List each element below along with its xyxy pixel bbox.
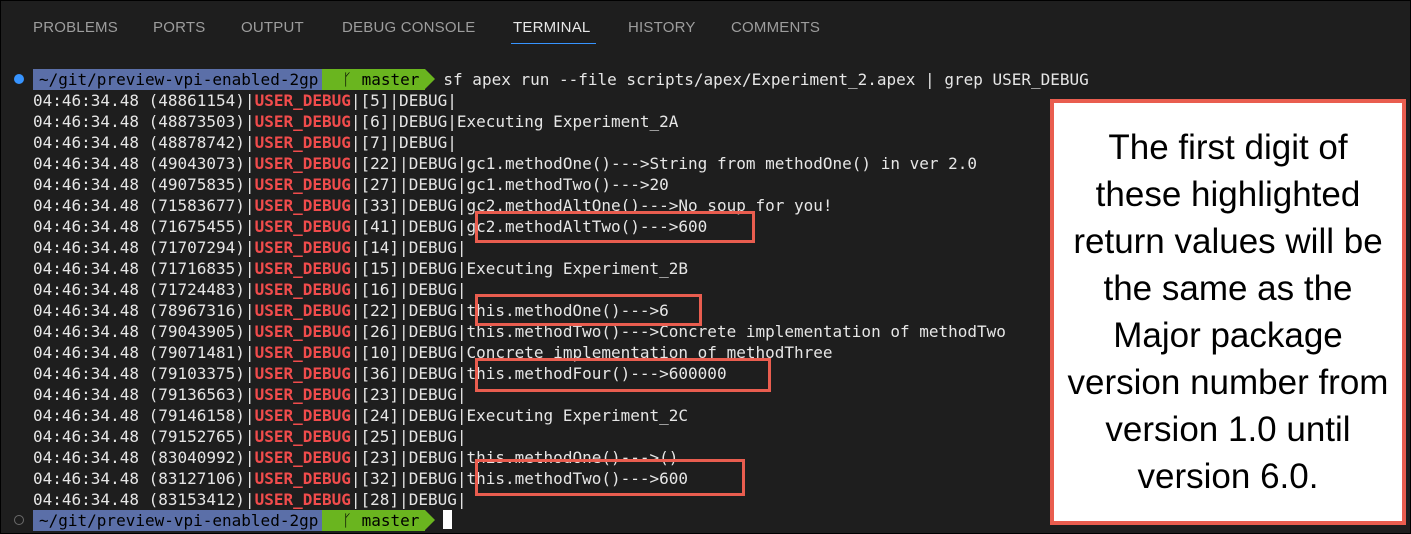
highlight-box bbox=[475, 459, 745, 496]
tab-output[interactable]: OUTPUT bbox=[241, 19, 304, 36]
log-line: 04:46:34.48 (48861154)|USER_DEBUG|[5]|DE… bbox=[33, 90, 457, 111]
log-line: 04:46:34.48 (79146158)|USER_DEBUG|[24]|D… bbox=[33, 405, 688, 426]
log-message: |[14]|DEBUG| bbox=[350, 238, 467, 257]
log-timestamp: 04:46:34.48 (83127106)| bbox=[33, 469, 255, 488]
highlight-box bbox=[475, 358, 771, 392]
prompt-branch-segment: ᚴ master bbox=[322, 69, 436, 90]
log-line: 04:46:34.48 (83153412)|USER_DEBUG|[28]|D… bbox=[33, 489, 466, 510]
tab-history[interactable]: HISTORY bbox=[628, 19, 696, 36]
log-line: 04:46:34.48 (71707294)|USER_DEBUG|[14]|D… bbox=[33, 237, 466, 258]
panel-tab-bar: PROBLEMS PORTS OUTPUT DEBUG CONSOLE TERM… bbox=[1, 1, 1410, 53]
log-timestamp: 04:46:34.48 (71675455)| bbox=[33, 217, 255, 236]
log-tag: USER_DEBUG bbox=[254, 469, 351, 488]
log-timestamp: 04:46:34.48 (71707294)| bbox=[33, 238, 255, 257]
log-tag: USER_DEBUG bbox=[254, 175, 351, 194]
log-message: |[5]|DEBUG| bbox=[350, 91, 457, 110]
log-tag: USER_DEBUG bbox=[254, 154, 351, 173]
log-line: 04:46:34.48 (79152765)|USER_DEBUG|[25]|D… bbox=[33, 426, 466, 447]
log-line: 04:46:34.48 (49043073)|USER_DEBUG|[22]|D… bbox=[33, 153, 977, 174]
log-tag: USER_DEBUG bbox=[254, 238, 351, 257]
log-message: |[7]|DEBUG| bbox=[350, 133, 457, 152]
git-branch-icon: ᚴ bbox=[342, 511, 352, 530]
annotation-text: The first digit of these highlighted ret… bbox=[1067, 128, 1389, 496]
log-timestamp: 04:46:34.48 (49075835)| bbox=[33, 175, 255, 194]
git-branch-icon: ᚴ bbox=[342, 70, 352, 89]
log-tag: USER_DEBUG bbox=[254, 259, 351, 278]
log-message: |[25]|DEBUG| bbox=[350, 427, 467, 446]
command-idle-dot-icon bbox=[14, 515, 24, 525]
prompt-branch: master bbox=[361, 70, 420, 89]
tab-terminal[interactable]: TERMINAL bbox=[513, 19, 590, 36]
prompt-path-current: ~/git/preview-vpi-enabled-2gp bbox=[33, 510, 333, 531]
log-timestamp: 04:46:34.48 (79043905)| bbox=[33, 322, 255, 341]
log-timestamp: 04:46:34.48 (79152765)| bbox=[33, 427, 255, 446]
tab-debug-console[interactable]: DEBUG CONSOLE bbox=[342, 19, 475, 36]
log-timestamp: 04:46:34.48 (49043073)| bbox=[33, 154, 255, 173]
log-message: |[28]|DEBUG| bbox=[350, 490, 467, 509]
log-timestamp: 04:46:34.48 (48861154)| bbox=[33, 91, 255, 110]
log-message: |[6]|DEBUG|Executing Experiment_2A bbox=[350, 112, 679, 131]
highlight-box bbox=[475, 294, 702, 326]
log-tag: USER_DEBUG bbox=[254, 280, 351, 299]
log-timestamp: 04:46:34.48 (79103375)| bbox=[33, 364, 255, 383]
command-status-dot-icon bbox=[14, 74, 24, 84]
log-message: |[22]|DEBUG|gc1.methodOne()--->String fr… bbox=[350, 154, 978, 173]
log-message: |[24]|DEBUG|Executing Experiment_2C bbox=[350, 406, 689, 425]
prompt-branch-segment-current: ᚴ master bbox=[322, 510, 436, 531]
log-tag: USER_DEBUG bbox=[254, 217, 351, 236]
log-timestamp: 04:46:34.48 (83040992)| bbox=[33, 448, 255, 467]
log-tag: USER_DEBUG bbox=[254, 133, 351, 152]
prompt-path: ~/git/preview-vpi-enabled-2gp bbox=[33, 69, 333, 90]
tab-problems[interactable]: PROBLEMS bbox=[33, 19, 118, 36]
log-tag: USER_DEBUG bbox=[254, 301, 351, 320]
log-message: |[15]|DEBUG|Executing Experiment_2B bbox=[350, 259, 689, 278]
log-timestamp: 04:46:34.48 (48878742)| bbox=[33, 133, 255, 152]
log-timestamp: 04:46:34.48 (71583677)| bbox=[33, 196, 255, 215]
annotation-callout: The first digit of these highlighted ret… bbox=[1050, 99, 1406, 525]
log-line: 04:46:34.48 (71716835)|USER_DEBUG|[15]|D… bbox=[33, 258, 688, 279]
prompt-line: ~/git/preview-vpi-enabled-2gp ᚴ master sf … bbox=[33, 69, 1089, 90]
log-line: 04:46:34.48 (48878742)|USER_DEBUG|[7]|DE… bbox=[33, 132, 457, 153]
log-line: 04:46:34.48 (71724483)|USER_DEBUG|[16]|D… bbox=[33, 279, 466, 300]
tab-comments[interactable]: COMMENTS bbox=[731, 19, 820, 36]
log-timestamp: 04:46:34.48 (79071481)| bbox=[33, 343, 255, 362]
terminal-cursor bbox=[443, 510, 453, 529]
log-tag: USER_DEBUG bbox=[254, 385, 351, 404]
log-line: 04:46:34.48 (48873503)|USER_DEBUG|[6]|DE… bbox=[33, 111, 678, 132]
log-tag: USER_DEBUG bbox=[254, 427, 351, 446]
prompt-command: sf apex run --file scripts/apex/Experime… bbox=[443, 70, 1089, 89]
prompt-line-current[interactable]: ~/git/preview-vpi-enabled-2gp ᚴ master bbox=[33, 510, 453, 531]
log-tag: USER_DEBUG bbox=[254, 490, 351, 509]
log-message: |[16]|DEBUG| bbox=[350, 280, 467, 299]
log-tag: USER_DEBUG bbox=[254, 406, 351, 425]
terminal-panel-screenshot: PROBLEMS PORTS OUTPUT DEBUG CONSOLE TERM… bbox=[0, 0, 1411, 534]
log-timestamp: 04:46:34.48 (48873503)| bbox=[33, 112, 255, 131]
log-timestamp: 04:46:34.48 (71724483)| bbox=[33, 280, 255, 299]
log-line: 04:46:34.48 (49075835)|USER_DEBUG|[27]|D… bbox=[33, 174, 669, 195]
log-line: 04:46:34.48 (79136563)|USER_DEBUG|[23]|D… bbox=[33, 384, 466, 405]
log-timestamp: 04:46:34.48 (79146158)| bbox=[33, 406, 255, 425]
log-tag: USER_DEBUG bbox=[254, 112, 351, 131]
log-timestamp: 04:46:34.48 (83153412)| bbox=[33, 490, 255, 509]
log-message: |[23]|DEBUG| bbox=[350, 385, 467, 404]
active-tab-indicator bbox=[511, 43, 596, 44]
log-tag: USER_DEBUG bbox=[254, 196, 351, 215]
log-tag: USER_DEBUG bbox=[254, 343, 351, 362]
log-tag: USER_DEBUG bbox=[254, 322, 351, 341]
prompt-branch-current: master bbox=[361, 511, 420, 530]
log-tag: USER_DEBUG bbox=[254, 364, 351, 383]
highlight-box bbox=[475, 211, 755, 243]
log-timestamp: 04:46:34.48 (79136563)| bbox=[33, 385, 255, 404]
log-message: |[27]|DEBUG|gc1.methodTwo()--->20 bbox=[350, 175, 669, 194]
log-timestamp: 04:46:34.48 (71716835)| bbox=[33, 259, 255, 278]
log-tag: USER_DEBUG bbox=[254, 91, 351, 110]
log-tag: USER_DEBUG bbox=[254, 448, 351, 467]
tab-ports[interactable]: PORTS bbox=[153, 19, 205, 36]
log-timestamp: 04:46:34.48 (78967316)| bbox=[33, 301, 255, 320]
